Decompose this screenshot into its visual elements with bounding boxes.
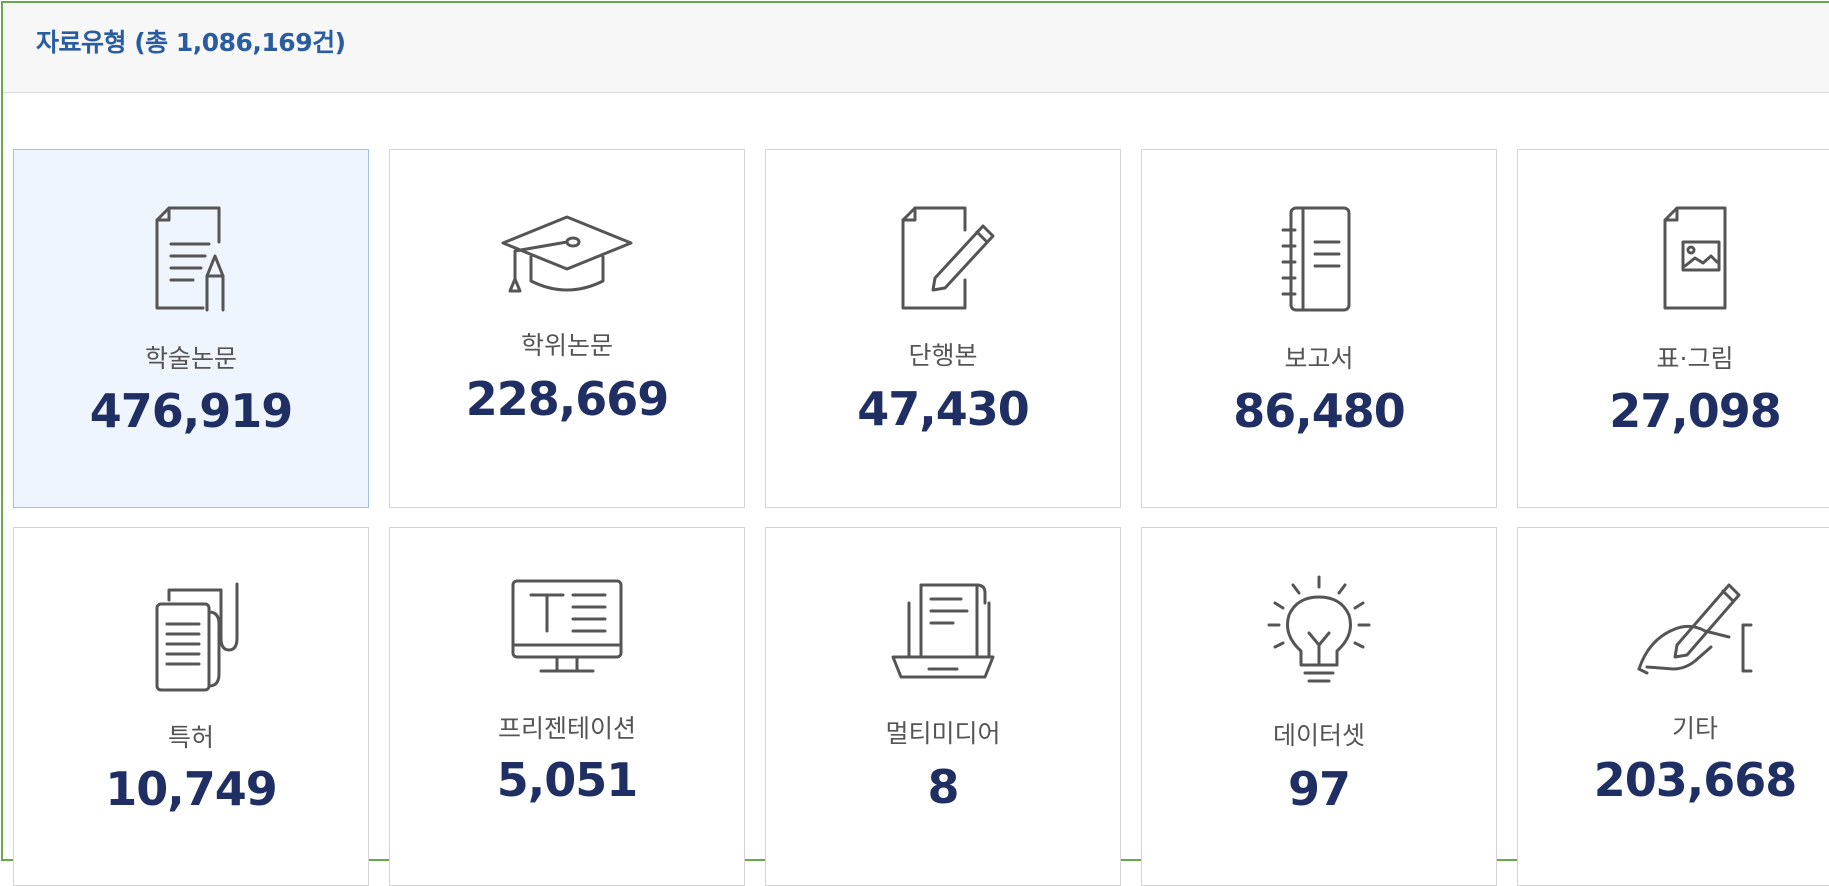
category-label: 보고서 (1284, 344, 1354, 373)
document-image-icon (1625, 200, 1765, 320)
category-label: 기타 (1671, 714, 1718, 743)
lightbulb-icon (1249, 573, 1389, 693)
scroll-document-icon (121, 578, 261, 698)
category-card-academic-paper[interactable]: 학술논문 476,919 (13, 149, 369, 508)
category-count: 203,668 (1593, 753, 1798, 807)
category-count: 86,480 (1233, 384, 1406, 438)
category-label: 학위논문 (520, 331, 613, 360)
category-count: 27,098 (1609, 384, 1782, 438)
category-card-presentation[interactable]: 프리젠테이션 5,051 (389, 527, 745, 886)
category-card-figure-table[interactable]: 표·그림 27,098 (1517, 149, 1829, 508)
category-label: 표·그림 (1656, 344, 1734, 373)
graduation-cap-icon (497, 195, 637, 315)
category-count: 97 (1287, 762, 1351, 816)
category-card-other[interactable]: 기타 203,668 (1517, 527, 1829, 886)
notebook-icon (1249, 200, 1389, 320)
category-label: 학술논문 (144, 344, 237, 373)
category-count: 10,749 (105, 762, 278, 816)
category-count: 47,430 (857, 382, 1030, 436)
category-count: 8 (927, 760, 959, 814)
category-card-book[interactable]: 단행본 47,430 (765, 149, 1121, 508)
panel-header: 자료유형 (총 1,086,169건) (3, 3, 1829, 93)
category-count: 5,051 (496, 753, 639, 807)
category-card-report[interactable]: 보고서 86,480 (1141, 149, 1497, 508)
presentation-monitor-icon (497, 573, 637, 693)
category-label: 데이터셋 (1272, 721, 1365, 750)
category-label: 단행본 (908, 341, 978, 370)
document-pencil-icon (121, 200, 261, 320)
category-count: 228,669 (465, 372, 670, 426)
page-pen-icon (873, 200, 1013, 320)
panel-title: 자료유형 (총 1,086,169건) (36, 28, 346, 57)
category-card-dataset[interactable]: 데이터셋 97 (1141, 527, 1497, 886)
laptop-document-icon (873, 573, 1013, 693)
category-card-patent[interactable]: 특허 10,749 (13, 527, 369, 886)
category-label: 프리젠테이션 (497, 714, 636, 743)
document-type-panel: 자료유형 (총 1,086,169건) 학술논문 476,919 학위논문 22… (1, 1, 1829, 886)
hand-pen-icon (1625, 573, 1765, 693)
category-count: 476,919 (89, 384, 294, 438)
category-label: 특허 (167, 723, 214, 752)
category-label: 멀티미디어 (885, 719, 1001, 748)
category-card-multimedia[interactable]: 멀티미디어 8 (765, 527, 1121, 886)
category-card-thesis[interactable]: 학위논문 228,669 (389, 149, 745, 508)
